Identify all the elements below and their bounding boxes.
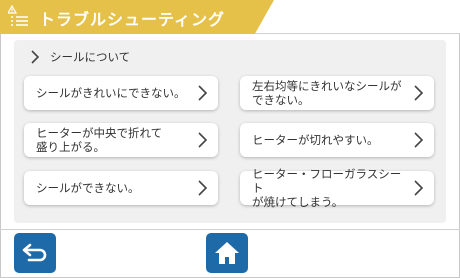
chevron-right-icon: [414, 132, 424, 148]
warning-checklist-icon: [8, 5, 28, 26]
issue-label: ヒーターが切れやすい。: [252, 133, 379, 147]
issue-button-heater-folds[interactable]: ヒーターが中央で折れて 盛り上がる。: [24, 123, 218, 157]
issue-button-heater-breaks[interactable]: ヒーターが切れやすい。: [240, 123, 434, 157]
issue-label: ヒーター・フローガラスシート が焼けてしまう。: [252, 167, 402, 209]
chevron-right-icon: [198, 180, 208, 196]
breadcrumb[interactable]: シールについて: [30, 48, 130, 66]
home-button[interactable]: [206, 233, 248, 273]
chevron-right-icon: [198, 132, 208, 148]
footer-divider: [0, 229, 460, 230]
issue-button-no-seal[interactable]: シールができない。: [24, 171, 218, 205]
home-icon: [215, 242, 239, 264]
issue-button-seal-not-clean[interactable]: シールがきれいにできない。: [24, 76, 218, 110]
chevron-right-icon: [414, 85, 424, 101]
back-button[interactable]: [14, 233, 56, 273]
breadcrumb-label: シールについて: [50, 50, 131, 64]
issue-label: 左右均等にきれいなシールが できない。: [252, 79, 402, 107]
chevron-right-icon: [414, 180, 424, 196]
chevron-right-icon: [198, 85, 208, 101]
issue-label: ヒーターが中央で折れて 盛り上がる。: [36, 126, 163, 154]
issue-label: シールがきれいにできない。: [36, 86, 186, 100]
page-title: トラブルシューティング: [39, 10, 226, 29]
issue-button-uneven-seal[interactable]: 左右均等にきれいなシールが できない。: [240, 76, 434, 110]
issue-label: シールができない。: [36, 181, 140, 195]
back-arrow-icon: [22, 243, 47, 262]
issue-button-sheet-burns[interactable]: ヒーター・フローガラスシート が焼けてしまう。: [240, 167, 434, 209]
chevron-right-icon: [31, 50, 40, 64]
header-bar: トラブルシューティング: [0, 0, 460, 34]
